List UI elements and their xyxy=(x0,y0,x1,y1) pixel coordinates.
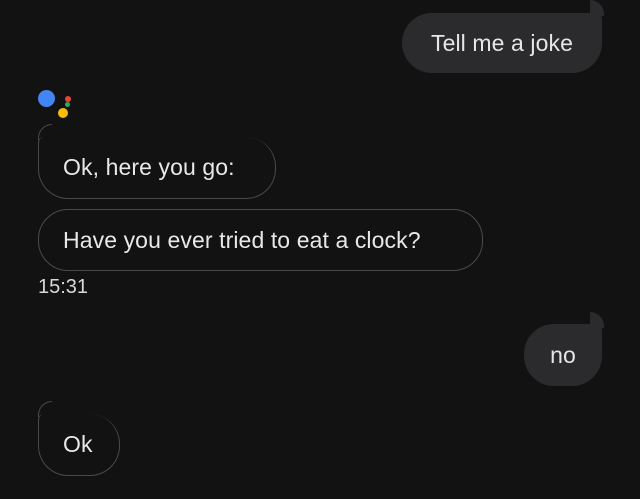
message-timestamp: 15:31 xyxy=(38,276,89,298)
yellow-dot-icon xyxy=(58,108,68,118)
assistant-message[interactable]: Ok, here you go: xyxy=(38,137,276,199)
assistant-message[interactable]: Have you ever tried to eat a clock? xyxy=(38,209,483,271)
green-dot-icon xyxy=(65,102,70,107)
assistant-message-text: Have you ever tried to eat a clock? xyxy=(63,226,421,253)
google-assistant-dots-icon xyxy=(38,86,78,122)
blue-dot-icon xyxy=(38,90,55,107)
assistant-message-text: Ok, here you go: xyxy=(63,154,235,180)
chat-thread: Tell me a joke Ok, here you go: Have you… xyxy=(0,0,640,499)
assistant-message-text: Ok xyxy=(63,431,93,457)
assistant-message[interactable]: Ok xyxy=(38,414,120,476)
user-message-text: Tell me a joke xyxy=(430,29,574,56)
user-message[interactable]: no xyxy=(524,324,602,386)
user-message-text: no xyxy=(550,341,576,368)
user-message[interactable]: Tell me a joke xyxy=(402,13,602,73)
